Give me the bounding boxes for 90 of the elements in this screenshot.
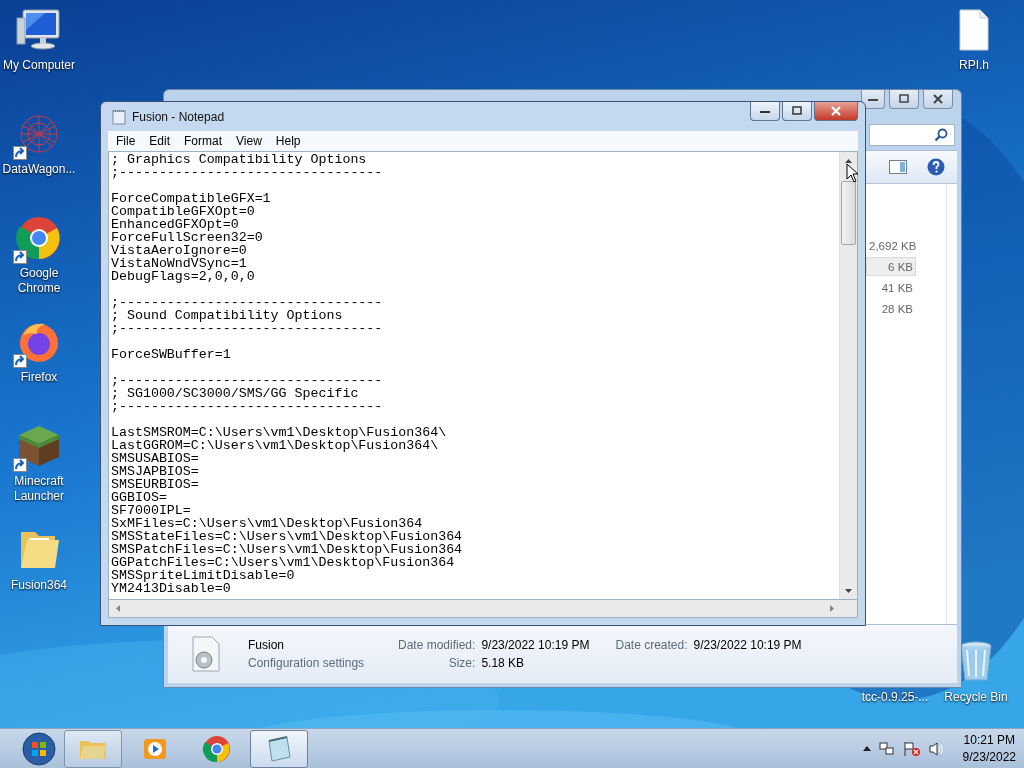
- preview-pane-icon[interactable]: [889, 160, 907, 174]
- text-line: SMSSpriteLimitDisable=0: [111, 569, 295, 582]
- icon-label[interactable]: My Computer: [3, 58, 75, 73]
- icon-label[interactable]: Fusion364: [10, 578, 67, 593]
- clock-date: 9/23/2022: [962, 748, 1016, 766]
- close-button[interactable]: [814, 102, 858, 121]
- flag-icon[interactable]: [902, 740, 921, 757]
- text-line: ForceFullScreen32=0: [111, 231, 264, 244]
- text-line: ForceCompatibleGFX=1: [111, 192, 272, 205]
- text-line: VistaNoWndVSync=1: [111, 257, 247, 270]
- scroll-thumb[interactable]: [841, 181, 856, 245]
- close-button[interactable]: [923, 90, 953, 109]
- menu-item[interactable]: File: [110, 133, 142, 149]
- icon-label[interactable]: DataWagon...: [2, 162, 76, 177]
- text-line: ; Graphics Compatibility Options: [111, 153, 368, 166]
- text-line: DebugFlags=2,0,0,0: [111, 270, 256, 283]
- text-line: CompatibleGFXOpt=0: [111, 205, 255, 218]
- clock-time: 10:21 PM: [963, 731, 1015, 749]
- icon-label[interactable]: Google Chrome: [1, 266, 77, 296]
- scroll-right-icon[interactable]: [829, 605, 834, 612]
- minimize-button[interactable]: [750, 102, 780, 121]
- menu-item[interactable]: Help: [269, 133, 307, 149]
- maximize-button[interactable]: [889, 90, 919, 109]
- text-line: ; Sound Compatibility Options: [111, 309, 343, 322]
- text-line: SMSEURBIOS=: [111, 478, 200, 491]
- file-type: Configuration settings: [248, 656, 366, 670]
- text-line: SxMFiles=C:\Users\vm1\Desktop\Fusion364: [111, 517, 423, 530]
- text-line: YM2413Disable=0: [111, 582, 231, 595]
- speaker-icon[interactable]: [928, 740, 945, 757]
- close-icon: [932, 94, 944, 104]
- text-line: GGPatchFiles=C:\Users\vm1\Desktop\Fusion364: [111, 556, 455, 569]
- search-icon: [934, 128, 948, 142]
- file-size-cell[interactable]: 28 KB: [866, 299, 916, 318]
- clock[interactable]: 10:21 PM 9/23/2022: [962, 731, 1016, 766]
- menu-item[interactable]: Edit: [143, 133, 177, 149]
- computer-icon: [15, 8, 63, 52]
- text-line: SMSPatchFiles=C:\Users\vm1\Desktop\Fusion364: [111, 543, 464, 556]
- minimize-icon: [759, 108, 771, 114]
- horizontal-scrollbar[interactable]: [108, 600, 858, 618]
- text-line: SMSJAPBIOS=: [111, 465, 200, 478]
- field-label: Date created:: [615, 638, 688, 652]
- text-line: VistaAeroIgnore=0: [111, 244, 248, 257]
- text-line: SMSUSABIOS=: [111, 452, 199, 465]
- text-line: ;---------------------------------: [111, 322, 384, 335]
- text-line: GGBIOS=: [111, 491, 168, 504]
- help-icon[interactable]: [927, 158, 945, 176]
- minimize-icon: [867, 96, 879, 102]
- menu-item[interactable]: View: [230, 133, 268, 149]
- field-value: 9/23/2022 10:19 PM: [693, 638, 802, 652]
- file-name: Fusion: [248, 638, 286, 652]
- scroll-left-icon[interactable]: [115, 605, 120, 612]
- maximize-icon: [791, 106, 803, 116]
- maximize-button[interactable]: [782, 102, 812, 121]
- vertical-scrollbar[interactable]: [839, 152, 857, 599]
- text-line: ; SG1000/SC3000/SMS/GG Specific: [111, 387, 359, 400]
- file-size-cell[interactable]: 6 KB: [866, 257, 916, 276]
- close-icon: [830, 106, 842, 116]
- start-button[interactable]: [22, 731, 56, 766]
- file-size-cell[interactable]: 2,692 KB: [866, 236, 916, 255]
- search-field[interactable]: [869, 124, 955, 146]
- taskbar-button[interactable]: [250, 729, 308, 768]
- network-icon[interactable]: [878, 740, 895, 757]
- maximize-icon: [898, 94, 910, 104]
- text-line: ;---------------------------------: [111, 166, 384, 179]
- minimize-button[interactable]: [861, 90, 885, 109]
- icon-label[interactable]: Minecraft Launcher: [1, 474, 77, 504]
- text-line: ;---------------------------------: [111, 400, 384, 413]
- scroll-down-icon[interactable]: [845, 588, 852, 593]
- text-line: ForceSWBuffer=1: [111, 348, 232, 361]
- file-size-cell[interactable]: 41 KB: [866, 278, 916, 297]
- text-line: EnhancedGFXOpt=0: [111, 218, 239, 231]
- settings-file-icon: [190, 636, 222, 672]
- field-value: 9/23/2022 10:19 PM: [481, 638, 590, 652]
- field-value: 5.18 KB: [481, 656, 526, 670]
- field-label: Size:: [447, 656, 476, 670]
- text-line: SMSStateFiles=C:\Users\vm1\Desktop\Fusion364: [111, 530, 464, 543]
- text-line: LastGGROM=C:\Users\vm1\Desktop\Fusion364\: [111, 439, 439, 452]
- notepad-icon: [112, 108, 126, 125]
- icon-label[interactable]: Firefox: [20, 370, 58, 385]
- text-line: LastSMSROM=C:\Users\vm1\Desktop\Fusion364\: [111, 426, 448, 439]
- icon-label[interactable]: tcc-0.9.25-...: [861, 690, 929, 705]
- icon-label[interactable]: RPI.h: [959, 58, 989, 73]
- chrome-icon: [15, 216, 63, 260]
- text-line: ;---------------------------------: [111, 374, 384, 387]
- menu-item[interactable]: Format: [178, 133, 229, 149]
- text-line: ;---------------------------------: [111, 296, 384, 309]
- show-hidden-icons-button[interactable]: [862, 746, 871, 751]
- field-label: Date modified:: [398, 638, 476, 652]
- text-line: SF7000IPL=: [111, 504, 192, 517]
- window-title: Fusion - Notepad: [132, 109, 225, 124]
